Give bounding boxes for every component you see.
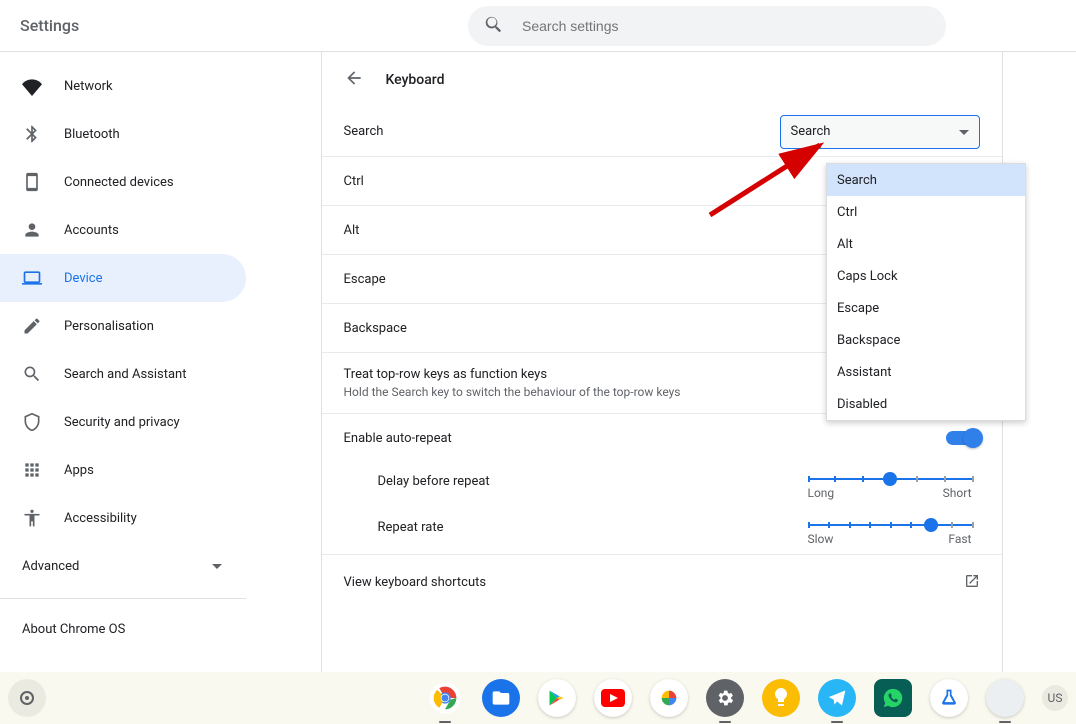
dropdown-option[interactable]: Search [827,164,1025,196]
slider-delay[interactable]: Long Short [808,470,972,500]
app-generic[interactable] [986,679,1024,717]
row-rate: Repeat rate Slow Fast [322,508,1002,554]
sidebar-item-label: Apps [64,463,94,478]
app-title: Settings [20,16,468,35]
divider [0,598,246,599]
sidebar-item-connected-devices[interactable]: Connected devices [0,158,246,206]
edit-icon [22,316,42,336]
sidebar-item-label: Personalisation [64,319,154,334]
row-label-backspace: Backspace [344,321,407,336]
shelf-apps [426,679,1024,717]
app-photos[interactable] [650,679,688,717]
search-input[interactable] [522,18,930,34]
back-button[interactable] [344,68,364,92]
caret-down-icon [959,130,969,140]
wifi-icon [22,76,42,96]
sidebar-item-security[interactable]: Security and privacy [0,398,246,446]
select-search-key[interactable]: Search [780,115,980,149]
dropdown-option[interactable]: Escape [827,292,1025,324]
sidebar-item-accounts[interactable]: Accounts [0,206,246,254]
sidebar-item-label: Security and privacy [64,415,180,430]
row-label-search: Search [344,124,384,139]
sidebar-item-search-assistant[interactable]: Search and Assistant [0,350,246,398]
sidebar-item-about[interactable]: About Chrome OS [0,607,246,651]
label-shortcuts: View keyboard shortcuts [344,575,487,590]
app-keep[interactable] [762,679,800,717]
bluetooth-icon [22,124,42,144]
taskbar: US [0,672,1076,724]
search-icon [484,14,522,38]
sidebar-item-bluetooth[interactable]: Bluetooth [0,110,246,158]
sidebar-item-label: Device [64,271,103,286]
shield-icon [22,412,42,432]
sidebar-item-network[interactable]: Network [0,62,246,110]
launcher-button[interactable] [8,679,46,717]
sidebar-item-apps[interactable]: Apps [0,446,246,494]
sidebar-item-label: Bluetooth [64,127,120,142]
slider-rate[interactable]: Slow Fast [808,516,972,546]
laptop-icon [22,268,42,288]
apps-icon [22,460,42,480]
app-header: Settings [0,0,1076,52]
row-label-escape: Escape [344,272,386,287]
dropdown-option[interactable]: Caps Lock [827,260,1025,292]
phone-icon [22,172,42,192]
delay-left: Long [808,486,835,500]
row-label-ctrl: Ctrl [344,174,364,189]
dropdown-option[interactable]: Backspace [827,324,1025,356]
toggle-auto-repeat[interactable] [946,431,980,445]
app-files[interactable] [482,679,520,717]
select-value: Search [791,124,831,139]
row-search: Search Search [322,107,1002,156]
sidebar-advanced[interactable]: Advanced [0,542,246,590]
about-label: About Chrome OS [22,622,125,637]
dropdown-option[interactable]: Assistant [827,356,1025,388]
sidebar-item-label: Search and Assistant [64,367,187,382]
sidebar: Network Bluetooth Connected devices Acco… [0,52,246,672]
sidebar-item-accessibility[interactable]: Accessibility [0,494,246,542]
delay-right: Short [943,486,972,500]
app-settings[interactable] [706,679,744,717]
rate-left: Slow [808,532,834,546]
page-header: Keyboard [322,52,1002,107]
app-experiment[interactable] [930,679,968,717]
sidebar-item-label: Accessibility [64,511,137,526]
sidebar-item-personalisation[interactable]: Personalisation [0,302,246,350]
app-chrome[interactable] [426,679,464,717]
sidebar-item-label: Network [64,79,113,94]
locale-indicator[interactable]: US [1042,685,1068,711]
app-youtube[interactable] [594,679,632,717]
row-label-auto-repeat: Enable auto-repeat [344,431,452,446]
chevron-down-icon [212,564,222,574]
accessibility-icon [22,508,42,528]
open-external-icon [964,573,980,593]
page-title: Keyboard [386,72,445,88]
search-icon [22,364,42,384]
sidebar-item-device[interactable]: Device [0,254,246,302]
dropdown-key-options: Search Ctrl Alt Caps Lock Escape Backspa… [826,163,1026,421]
row-label-alt: Alt [344,223,360,238]
dropdown-option[interactable]: Alt [827,228,1025,260]
sidebar-item-label: Accounts [64,223,119,238]
rate-right: Fast [948,532,971,546]
person-icon [22,220,42,240]
advanced-label: Advanced [22,559,79,574]
app-whatsapp[interactable] [874,679,912,717]
label-delay: Delay before repeat [378,470,490,489]
dropdown-option[interactable]: Disabled [827,388,1025,420]
label-rate: Repeat rate [378,516,444,535]
row-delay: Delay before repeat Long Short [322,462,1002,508]
app-play-store[interactable] [538,679,576,717]
dropdown-option[interactable]: Ctrl [827,196,1025,228]
search-box[interactable] [468,6,946,46]
row-shortcuts[interactable]: View keyboard shortcuts [322,554,1002,610]
app-telegram[interactable] [818,679,856,717]
sidebar-item-label: Connected devices [64,175,174,190]
